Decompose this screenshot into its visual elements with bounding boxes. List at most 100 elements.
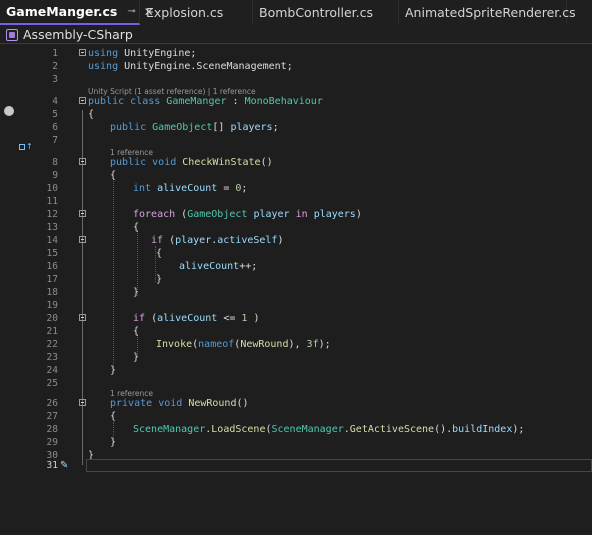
tab-strip-empty bbox=[567, 0, 592, 25]
project-dropdown[interactable]: Assembly-CSharp bbox=[0, 26, 592, 44]
code-text: } bbox=[133, 287, 140, 298]
code-text: } bbox=[133, 352, 140, 363]
code-line-23[interactable]: 23 } bbox=[0, 351, 592, 364]
line-number: 25 bbox=[46, 378, 58, 389]
code-text: using UnityEngine.SceneManagement; bbox=[88, 61, 293, 72]
code-line-11[interactable]: 11 bbox=[0, 195, 592, 208]
line-number: 5 bbox=[52, 109, 58, 120]
fold-toggle-icon[interactable] bbox=[79, 97, 86, 104]
line-number: 3 bbox=[52, 74, 58, 85]
tab-bombcontroller[interactable]: BombController.cs bbox=[253, 0, 399, 25]
code-line-2[interactable]: 2 using UnityEngine.SceneManagement; bbox=[0, 60, 592, 73]
code-text: foreach (GameObject player in players) bbox=[133, 209, 362, 220]
line-number: 28 bbox=[46, 424, 58, 435]
code-line-25[interactable]: 25 bbox=[0, 377, 592, 390]
code-line-10[interactable]: 10 int aliveCount = 0; bbox=[0, 182, 592, 195]
code-line-31[interactable]: 31 bbox=[0, 459, 592, 472]
tab-gamemanger[interactable]: GameManger.cs ⊸ ✕ bbox=[0, 0, 154, 25]
code-line-8[interactable]: 8 public void CheckWinState() bbox=[0, 156, 592, 169]
tab-label: BombController.cs bbox=[259, 5, 374, 20]
line-number: 27 bbox=[46, 411, 58, 422]
line-number: 7 bbox=[52, 135, 58, 146]
line-number: 6 bbox=[52, 122, 58, 133]
code-line-3[interactable]: 3 bbox=[0, 73, 592, 86]
line-number: 15 bbox=[46, 248, 58, 259]
line-number: 22 bbox=[46, 339, 58, 350]
fold-toggle-icon[interactable] bbox=[79, 210, 86, 217]
code-text: } bbox=[110, 437, 117, 448]
fold-toggle-icon[interactable] bbox=[79, 236, 86, 243]
code-text: if (aliveCount <= 1 ) bbox=[133, 313, 260, 324]
line-number: 10 bbox=[46, 183, 58, 194]
code-text: if (player.activeSelf) bbox=[151, 235, 284, 246]
tab-animatedspriterenderer[interactable]: AnimatedSpriteRenderer.cs bbox=[399, 0, 576, 25]
line-number: 13 bbox=[46, 222, 58, 233]
code-text: { bbox=[133, 222, 140, 233]
code-text: { bbox=[110, 170, 117, 181]
line-number: 31 bbox=[46, 460, 58, 471]
line-number: 23 bbox=[46, 352, 58, 363]
code-text: } bbox=[156, 274, 163, 285]
fold-toggle-icon[interactable] bbox=[79, 49, 86, 56]
line-number: 24 bbox=[46, 365, 58, 376]
code-line-18[interactable]: 18 } bbox=[0, 286, 592, 299]
line-number: 19 bbox=[46, 300, 58, 311]
code-text: Invoke(nameof(NewRound), 3f); bbox=[156, 339, 331, 350]
line-number: 21 bbox=[46, 326, 58, 337]
code-line-20[interactable]: 20 if (aliveCount <= 1 ) bbox=[0, 312, 592, 325]
code-line-19[interactable]: 19 bbox=[0, 299, 592, 312]
code-line-22[interactable]: 22 Invoke(nameof(NewRound), 3f); bbox=[0, 338, 592, 351]
line-number: 26 bbox=[46, 398, 58, 409]
csharp-project-icon bbox=[6, 28, 18, 41]
code-line-28[interactable]: 28 SceneManager.LoadScene(SceneManager.G… bbox=[0, 423, 592, 436]
fold-toggle-icon[interactable] bbox=[79, 314, 86, 321]
code-line-7[interactable]: 7 bbox=[0, 134, 592, 147]
code-editor[interactable]: ↑ 1 using UnityEngine; 2 using UnityEngi… bbox=[0, 45, 592, 535]
tab-explosion[interactable]: Explosion.cs bbox=[140, 0, 253, 25]
line-number: 4 bbox=[52, 96, 58, 107]
line-number: 2 bbox=[52, 61, 58, 72]
code-line-29[interactable]: 29 } bbox=[0, 436, 592, 449]
line-number: 20 bbox=[46, 313, 58, 324]
code-text: { bbox=[156, 248, 163, 259]
tab-label: Explosion.cs bbox=[146, 5, 224, 20]
code-line-21[interactable]: 21 { bbox=[0, 325, 592, 338]
line-number: 17 bbox=[46, 274, 58, 285]
code-text: aliveCount++; bbox=[179, 261, 258, 272]
code-line-4[interactable]: 4 public class GameManger : MonoBehaviou… bbox=[0, 95, 592, 108]
pin-icon[interactable]: ⊸ bbox=[127, 6, 135, 17]
code-text: private void NewRound() bbox=[110, 398, 249, 409]
tab-strip: GameManger.cs ⊸ ✕ Explosion.cs BombContr… bbox=[0, 0, 592, 25]
code-line-5[interactable]: 5 { bbox=[0, 108, 592, 121]
code-line-17[interactable]: 17 } bbox=[0, 273, 592, 286]
line-number: 8 bbox=[52, 157, 58, 168]
line-number: 1 bbox=[52, 48, 58, 59]
code-text: int aliveCount = 0; bbox=[133, 183, 248, 194]
code-text: { bbox=[110, 411, 117, 422]
project-label: Assembly-CSharp bbox=[23, 27, 133, 42]
code-line-27[interactable]: 27 { bbox=[0, 410, 592, 423]
code-line-12[interactable]: 12 foreach (GameObject player in players… bbox=[0, 208, 592, 221]
line-number: 11 bbox=[46, 196, 58, 207]
code-line-6[interactable]: 6 public GameObject[] players; bbox=[0, 121, 592, 134]
tab-label: AnimatedSpriteRenderer.cs bbox=[405, 5, 576, 20]
tab-label: GameManger.cs bbox=[6, 4, 118, 19]
code-line-9[interactable]: 9 { bbox=[0, 169, 592, 182]
line-number: 12 bbox=[46, 209, 58, 220]
line-number: 18 bbox=[46, 287, 58, 298]
edit-pencil-icon[interactable]: ✎ bbox=[60, 459, 68, 472]
fold-toggle-icon[interactable] bbox=[79, 158, 86, 165]
code-line-26[interactable]: 26 private void NewRound() bbox=[0, 397, 592, 410]
code-line-16[interactable]: 16 aliveCount++; bbox=[0, 260, 592, 273]
line-number: 9 bbox=[52, 170, 58, 181]
code-text: using UnityEngine; bbox=[88, 48, 197, 59]
code-line-24[interactable]: 24 } bbox=[0, 364, 592, 377]
line-number: 29 bbox=[46, 437, 58, 448]
fold-toggle-icon[interactable] bbox=[79, 399, 86, 406]
code-line-1[interactable]: 1 using UnityEngine; bbox=[0, 47, 592, 60]
code-line-15[interactable]: 15 { bbox=[0, 247, 592, 260]
code-line-14[interactable]: 14 if (player.activeSelf) bbox=[0, 234, 592, 247]
code-line-13[interactable]: 13 { bbox=[0, 221, 592, 234]
line-number: 14 bbox=[46, 235, 58, 246]
code-text: { bbox=[88, 109, 95, 120]
